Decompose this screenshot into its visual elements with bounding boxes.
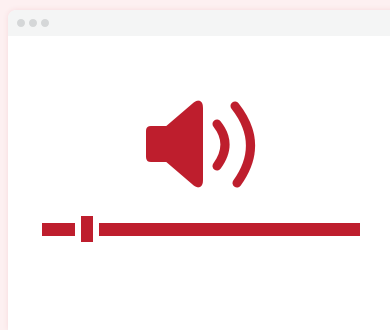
sound-wave-small: [212, 119, 230, 171]
window-minimize-dot[interactable]: [29, 19, 37, 27]
window-maximize-dot[interactable]: [41, 19, 49, 27]
volume-slider-thumb[interactable]: [81, 216, 93, 242]
sound-wave-large: [230, 101, 255, 188]
speaker-body: [146, 100, 203, 188]
volume-slider-remaining: [99, 223, 360, 236]
speaker-volume-icon[interactable]: [145, 100, 257, 188]
window-close-dot[interactable]: [17, 19, 25, 27]
volume-slider[interactable]: [42, 212, 360, 244]
volume-slider-filled: [42, 223, 75, 236]
window-titlebar: [8, 10, 390, 36]
